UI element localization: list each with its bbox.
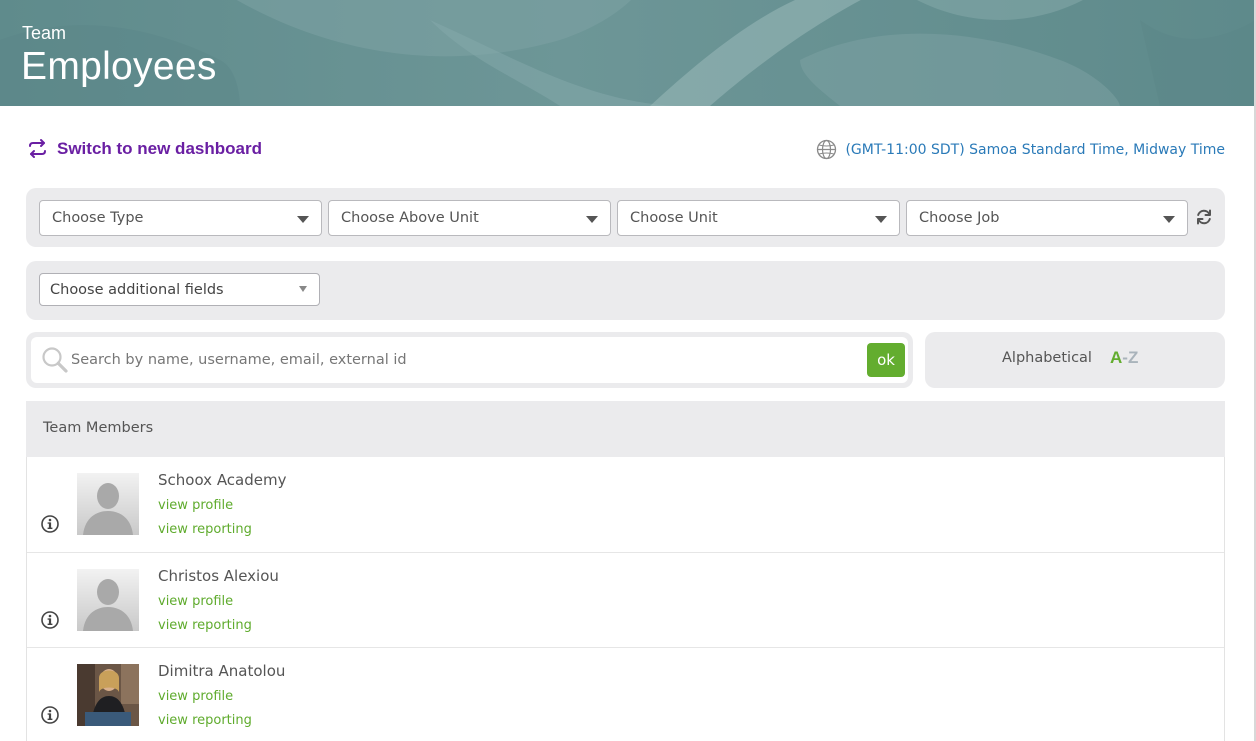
swap-arrows-icon [29,139,46,158]
chevron-down-icon [297,216,309,223]
page-title: Employees [21,45,217,88]
additional-fields-panel: Choose additional fields [26,261,1225,320]
search-icon [42,347,68,373]
sort-label: Alphabetical [1002,350,1092,366]
view-profile-link[interactable]: view profile [158,498,233,513]
view-profile-link[interactable]: view profile [158,594,233,609]
globe-icon [817,139,837,160]
view-reporting-link[interactable]: view reporting [158,618,252,633]
switch-dashboard-link[interactable]: Switch to new dashboard [27,138,262,159]
team-members-heading: Team Members [43,420,154,436]
timezone-label: (GMT-11:00 SDT) Samoa Standard Time, Mid… [845,141,1225,158]
avatar [77,473,139,535]
member-name: Christos Alexiou [158,566,279,585]
search-input[interactable] [71,345,851,375]
chevron-down-icon [875,216,887,223]
choose-unit-select[interactable]: Choose Unit [617,200,900,236]
timezone-link[interactable]: (GMT-11:00 SDT) Samoa Standard Time, Mid… [816,139,1225,160]
info-icon[interactable] [40,514,60,534]
choose-job-select[interactable]: Choose Job [906,200,1188,236]
view-reporting-link[interactable]: view reporting [158,713,252,728]
view-reporting-link[interactable]: view reporting [158,522,252,537]
choose-job-value: Choose Job [919,210,1000,226]
refresh-icon[interactable] [1195,208,1213,226]
info-icon[interactable] [40,610,60,630]
team-members-header: Team Members [26,401,1225,457]
info-icon[interactable] [40,705,60,725]
additional-fields-value: Choose additional fields [50,281,224,298]
member-name: Dimitra Anatolou [158,662,286,680]
chevron-down-icon [1163,216,1175,223]
avatar [77,568,139,631]
chevron-down-icon [586,216,598,223]
sort-a: A [1110,348,1123,367]
list-item: Christos Alexiou view profile view repor… [27,552,1224,648]
choose-above-unit-value: Choose Above Unit [341,210,479,226]
member-name: Schoox Academy [158,471,287,489]
choose-type-select[interactable]: Choose Type [39,200,322,236]
list-item: Dimitra Anatolou view profile view repor… [27,648,1224,741]
sort-panel: Alphabetical A-Z [925,332,1225,388]
chevron-down-icon [299,286,307,292]
switch-dashboard-label: Switch to new dashboard [57,138,262,158]
additional-fields-select[interactable]: Choose additional fields [39,273,320,306]
list-item: Schoox Academy view profile view reporti… [27,457,1224,553]
search-panel: ok [26,332,913,388]
choose-above-unit-select[interactable]: Choose Above Unit [328,200,611,236]
search-ok-button[interactable]: ok [867,343,905,377]
view-profile-link[interactable]: view profile [158,689,233,704]
search-box: ok [31,337,908,383]
sort-az-toggle[interactable]: A-Z [1110,348,1138,368]
header-subtitle: Team [22,23,67,43]
choose-type-value: Choose Type [52,210,144,226]
page-header: Team Employees [0,0,1256,106]
avatar [77,664,139,726]
choose-unit-value: Choose Unit [630,210,718,226]
filters-panel: Choose Type Choose Above Unit Choose Uni… [26,188,1225,247]
sort-z: Z [1127,348,1139,367]
team-members-list: Schoox Academy view profile view reporti… [26,457,1225,741]
